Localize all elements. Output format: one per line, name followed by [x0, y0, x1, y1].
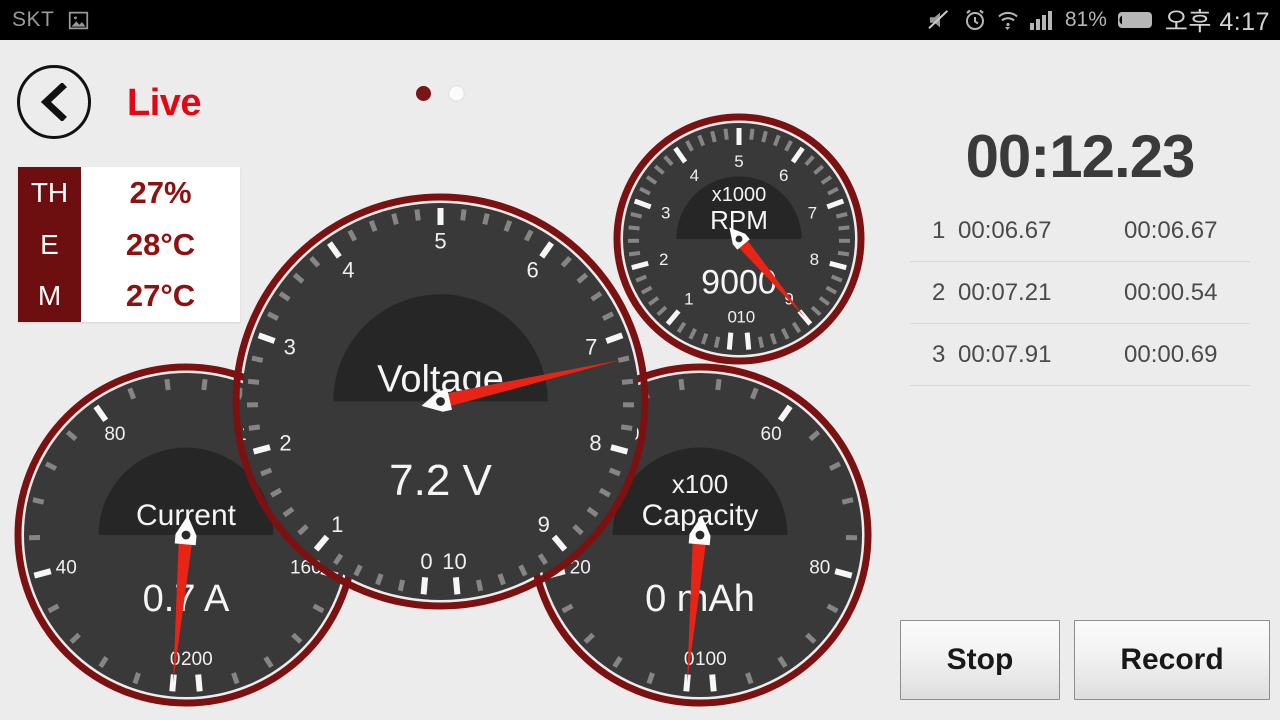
lap-total: 00:07.91 [958, 340, 1052, 368]
svg-text:3: 3 [284, 334, 296, 359]
svg-text:1: 1 [331, 512, 343, 537]
svg-text:80: 80 [104, 424, 125, 445]
svg-text:6: 6 [526, 258, 538, 283]
svg-text:8: 8 [589, 431, 601, 456]
svg-text:x100: x100 [672, 469, 728, 499]
svg-text:7: 7 [808, 203, 817, 222]
lap-total: 00:07.21 [958, 278, 1052, 306]
wifi-icon [997, 8, 1019, 32]
svg-text:2: 2 [659, 250, 668, 269]
svg-text:10: 10 [442, 549, 466, 574]
svg-text:5: 5 [734, 152, 743, 171]
them-value-m: 27°C [125, 278, 196, 314]
lap-index: 1 [932, 216, 946, 244]
page-dot-1[interactable] [416, 86, 431, 101]
live-telemetry-screen: SKT 81% 오후 4:17 Live TH E M 27% 28°C 27°… [0, 0, 1280, 720]
svg-text:0: 0 [420, 549, 432, 574]
action-buttons: Stop Record [900, 620, 1270, 700]
back-button[interactable] [17, 65, 91, 139]
gauge-voltage: 0 1 2 3 4 5 6 7 8 9 10 Voltage 7.2 V [231, 192, 650, 611]
svg-text:1: 1 [684, 290, 693, 309]
svg-text:x1000: x1000 [712, 184, 767, 206]
them-label-m: M [37, 280, 62, 312]
svg-text:6: 6 [779, 166, 788, 185]
svg-text:7: 7 [585, 334, 597, 359]
image-icon [68, 10, 89, 31]
lap-total: 00:06.67 [958, 216, 1052, 244]
signal-icon [1029, 9, 1055, 31]
lap-index: 3 [932, 340, 946, 368]
svg-text:40: 40 [56, 558, 77, 579]
svg-text:80: 80 [809, 558, 830, 579]
carrier-label: SKT [12, 8, 55, 31]
table-row: 1 00:06.67 00:06.67 [910, 200, 1250, 262]
them-value-e: 28°C [125, 226, 196, 262]
gauge-rpm-dial: 012345678910x1000RPM9000 [613, 113, 865, 365]
record-button[interactable]: Record [1074, 620, 1270, 700]
stop-button[interactable]: Stop [900, 620, 1060, 700]
svg-text:3: 3 [661, 203, 670, 222]
lap-index: 2 [932, 278, 946, 306]
svg-text:RPM: RPM [710, 205, 768, 235]
svg-text:100: 100 [695, 649, 727, 670]
them-label-e: E [40, 228, 59, 260]
page-indicator[interactable] [416, 86, 464, 101]
svg-text:200: 200 [181, 649, 213, 670]
mute-icon [927, 9, 953, 31]
them-labels: TH E M [18, 167, 81, 322]
table-row: 3 00:07.91 00:00.69 [910, 324, 1250, 386]
svg-text:5: 5 [434, 229, 446, 254]
svg-text:9: 9 [538, 512, 550, 537]
svg-text:4: 4 [342, 258, 354, 283]
gauge-voltage-dial: 012345678910Voltage7.2 V [232, 193, 649, 610]
table-row: 2 00:07.21 00:00.54 [910, 262, 1250, 324]
them-readout-panel: TH E M 27% 28°C 27°C [18, 167, 240, 322]
lap-split: 00:00.54 [1124, 278, 1218, 306]
status-left-icons [68, 10, 89, 31]
svg-text:2: 2 [279, 431, 291, 456]
them-values: 27% 28°C 27°C [81, 167, 240, 322]
svg-text:60: 60 [761, 424, 782, 445]
gauge-rpm: 012345678910x1000RPM9000 [612, 112, 866, 366]
stopwatch-elapsed: 00:12.23 [965, 123, 1196, 190]
lap-split: 00:00.69 [1124, 340, 1218, 368]
them-label-th: TH [30, 176, 69, 208]
lap-split: 00:06.67 [1124, 216, 1218, 244]
clock-label: 오후 4:17 [1164, 8, 1270, 36]
battery-icon [1117, 9, 1155, 31]
svg-text:10: 10 [736, 308, 755, 327]
svg-text:7.2 V: 7.2 V [389, 456, 492, 505]
lap-table: 1 00:06.67 00:06.67 2 00:07.21 00:00.54 … [910, 200, 1250, 386]
svg-text:4: 4 [690, 166, 699, 185]
status-right-icons: 81% 오후 4:17 [927, 2, 1280, 38]
them-value-th: 27% [129, 174, 192, 210]
android-status-bar: SKT 81% 오후 4:17 [0, 0, 1280, 40]
page-title: Live [127, 82, 202, 124]
alarm-icon [963, 8, 987, 32]
battery-percent-label: 81% [1064, 8, 1107, 31]
page-dot-2[interactable] [449, 86, 464, 101]
svg-text:8: 8 [810, 250, 819, 269]
chevron-left-icon [37, 83, 71, 121]
